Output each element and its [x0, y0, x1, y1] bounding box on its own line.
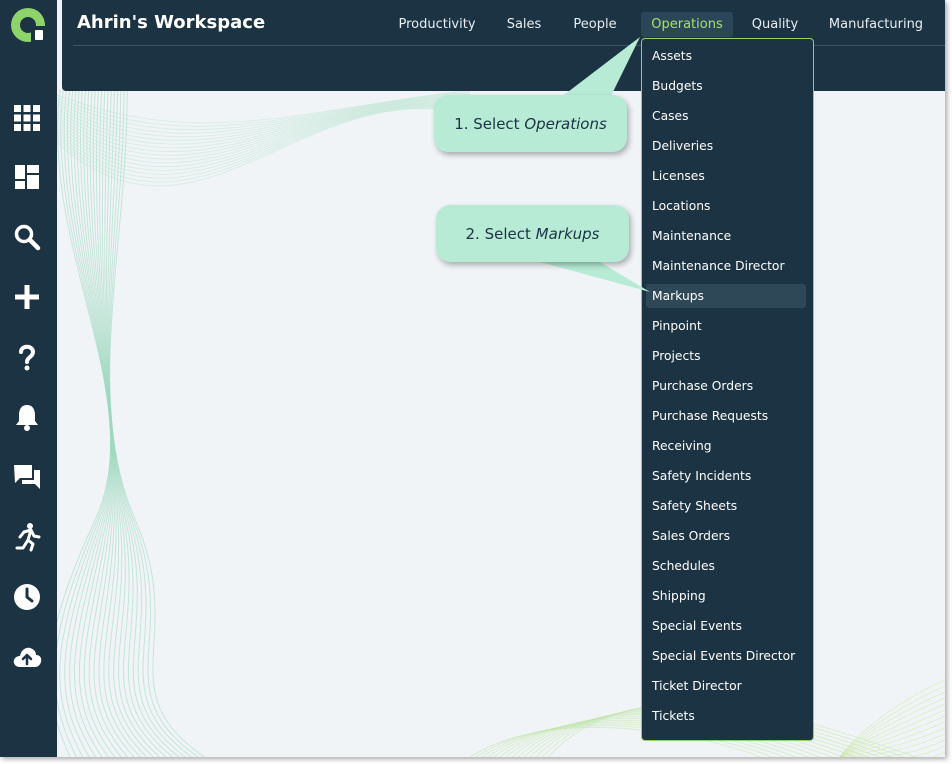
menu-item-licenses[interactable]: Licenses	[646, 164, 806, 188]
wave-line	[99, 89, 154, 757]
step-1-target: Operations	[524, 114, 607, 133]
menu-item-safety-sheets[interactable]: Safety Sheets	[646, 494, 806, 518]
menu-item-budgets[interactable]: Budgets	[646, 74, 806, 98]
header-divider	[73, 45, 945, 46]
help-icon[interactable]	[9, 339, 45, 375]
nav-tab-people[interactable]: People	[567, 12, 623, 37]
menu-item-safety-incidents[interactable]: Safety Incidents	[646, 464, 806, 488]
menu-item-assets[interactable]: Assets	[646, 44, 806, 68]
step-1-callout: 1. Select Operations	[434, 95, 627, 152]
nav-tab-quality[interactable]: Quality	[746, 12, 804, 37]
menu-item-pinpoint[interactable]: Pinpoint	[646, 314, 806, 338]
apps-grid-icon[interactable]	[9, 100, 45, 136]
menu-item-locations[interactable]: Locations	[646, 194, 806, 218]
menu-item-deliveries[interactable]: Deliveries	[646, 134, 806, 158]
wave-line	[839, 709, 945, 757]
nav-tab-manufacturing[interactable]: Manufacturing	[825, 12, 927, 37]
nav-tab-sales[interactable]: Sales	[500, 12, 548, 37]
menu-item-ticket-director[interactable]: Ticket Director	[646, 674, 806, 698]
sidebar	[0, 0, 57, 757]
dashboard-icon[interactable]	[9, 159, 45, 195]
menu-item-projects[interactable]: Projects	[646, 344, 806, 368]
workspace-title: Ahrin's Workspace	[77, 12, 266, 33]
wave-line	[108, 89, 192, 757]
menu-item-purchase-requests[interactable]: Purchase Requests	[646, 404, 806, 428]
menu-item-schedules[interactable]: Schedules	[646, 554, 806, 578]
nav-tab-productivity[interactable]: Productivity	[393, 12, 481, 37]
step-1-prefix: 1. Select	[454, 114, 525, 133]
menu-item-purchase-orders[interactable]: Purchase Orders	[646, 374, 806, 398]
menu-item-receiving[interactable]: Receiving	[646, 434, 806, 458]
clock-icon[interactable]	[9, 579, 45, 615]
menu-item-special-events-director[interactable]: Special Events Director	[646, 644, 806, 668]
menu-item-cases[interactable]: Cases	[646, 104, 806, 128]
menu-item-maintenance-director[interactable]: Maintenance Director	[646, 254, 806, 278]
step-2-prefix: 2. Select	[465, 224, 536, 243]
cloud-upload-icon[interactable]	[9, 639, 45, 675]
menu-item-tickets[interactable]: Tickets	[646, 704, 806, 728]
menu-item-maintenance[interactable]: Maintenance	[646, 224, 806, 248]
chat-icon[interactable]	[9, 459, 45, 495]
wave-line	[86, 89, 128, 757]
step-2-target: Markups	[535, 224, 600, 243]
add-icon[interactable]	[9, 279, 45, 315]
menu-item-special-events[interactable]: Special Events	[646, 614, 806, 638]
notifications-bell-icon[interactable]	[9, 399, 45, 435]
app-logo[interactable]	[9, 6, 47, 44]
search-icon[interactable]	[9, 219, 45, 255]
menu-item-sales-orders[interactable]: Sales Orders	[646, 524, 806, 548]
menu-item-shipping[interactable]: Shipping	[646, 584, 806, 608]
activity-runner-icon[interactable]	[9, 519, 45, 555]
menu-item-markups[interactable]: Markups	[646, 284, 806, 308]
operations-dropdown-menu: Assets Budgets Cases Deliveries Licenses Loca…	[641, 38, 814, 741]
nav-tab-operations[interactable]: Operations	[641, 12, 733, 37]
step-2-callout: 2. Select Markups	[436, 205, 629, 262]
